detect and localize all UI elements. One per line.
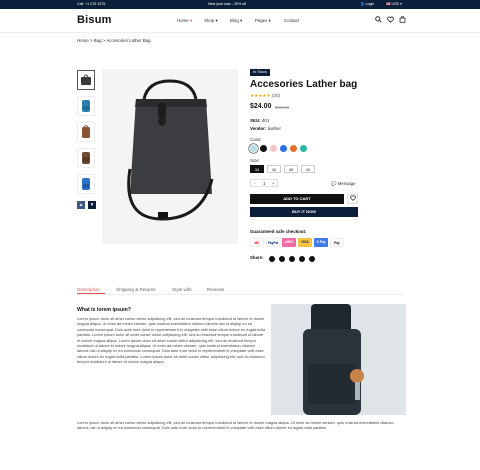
tab-description[interactable]: Description <box>77 287 100 292</box>
size-label: Size: <box>250 158 260 163</box>
topbar-phone: Call: +1 076 3376 <box>77 2 106 6</box>
menu-item-pages[interactable]: Pages ▾ <box>255 18 271 24</box>
product-title: Accesories Lather bag <box>250 79 358 90</box>
message-label: Message <box>337 181 356 186</box>
quantity-stepper[interactable]: - 1 + <box>250 179 278 187</box>
description-paragraph-2: Lorem ipsum dolor sit amet conse ctetur … <box>77 420 394 431</box>
topbar-promo: New year sale - 30% off <box>208 2 247 6</box>
twitter-icon[interactable] <box>279 256 285 262</box>
rating-count: (20) <box>271 93 281 98</box>
thumbnail-2[interactable] <box>77 96 95 116</box>
login-link[interactable]: 👤 Login <box>360 2 374 6</box>
description-heading: What is lorem ipsum? <box>77 307 131 313</box>
apple-pay-icon: Pay <box>330 238 344 247</box>
facebook-icon[interactable] <box>269 256 275 262</box>
size-option-38[interactable]: 38 <box>284 165 298 173</box>
thumbnail-3[interactable] <box>77 122 95 142</box>
instagram-icon[interactable] <box>289 256 295 262</box>
color-label: Color: <box>250 137 262 142</box>
color-swatch-orange[interactable] <box>290 145 297 152</box>
youtube-icon[interactable] <box>299 256 305 262</box>
vendor-value: leather <box>267 126 282 131</box>
site-logo[interactable]: Bisum <box>77 14 112 26</box>
buy-now-button[interactable]: BUY IT NOW <box>250 207 358 217</box>
breadcrumb-home[interactable]: Home <box>77 38 89 43</box>
add-to-cart-button[interactable]: ADD TO CART <box>250 194 344 204</box>
size-option-34[interactable]: 34 <box>250 165 264 173</box>
search-icon[interactable] <box>374 16 382 24</box>
thumbnail-prev-arrow[interactable]: ▲ <box>77 201 85 209</box>
vendor-label: Vendor: <box>250 126 267 131</box>
breadcrumb: Home > Bag > Accesories Lather Bag <box>77 38 151 43</box>
thumbnail-next-arrow[interactable]: ▼ <box>88 201 96 209</box>
share-label: Share: <box>250 255 264 260</box>
thumbnail-5[interactable] <box>77 174 95 194</box>
color-swatch-blue[interactable] <box>280 145 287 152</box>
color-swatch-black[interactable] <box>260 145 267 152</box>
sku-value: 401 <box>261 118 270 123</box>
product-rating[interactable]: ★★★★★ (20) <box>250 93 280 99</box>
product-old-price: $40.00 <box>275 105 290 110</box>
wishlist-button[interactable] <box>347 194 358 204</box>
menu-item-blog[interactable]: Blog ▾ <box>230 18 242 24</box>
description-image <box>271 304 406 415</box>
currency-select[interactable]: 🇺🇸 USD ▾ <box>386 2 402 6</box>
product-price: $24.00 <box>250 103 272 110</box>
message-link[interactable]: 💬 Message <box>331 181 356 187</box>
description-paragraph-1: Lorem ipsum dolor sit amet conse ctetur … <box>77 316 266 365</box>
breadcrumb-bag[interactable]: Bag <box>94 38 102 43</box>
tab-reviews[interactable]: Reviews <box>207 287 224 292</box>
tab-divider <box>77 294 405 295</box>
stock-badge: In Stock <box>250 69 270 76</box>
color-swatch-teal[interactable] <box>300 145 307 152</box>
paypal-icon: PayPal <box>266 238 280 247</box>
breadcrumb-current: Accesories Lather Bag <box>106 38 151 43</box>
menu-item-shop[interactable]: Shop ▾ <box>204 18 218 24</box>
wishlist-icon[interactable] <box>386 16 394 24</box>
sku-row: SKU: 401 <box>250 118 269 123</box>
thumbnail-1[interactable] <box>77 70 95 90</box>
color-swatch-pink[interactable] <box>270 145 277 152</box>
size-option-36[interactable]: 36 <box>267 165 281 173</box>
message-icon: 💬 <box>331 181 337 186</box>
google-pay-icon: G Pay <box>314 238 328 247</box>
menu-item-contact[interactable]: Contact <box>284 18 299 23</box>
qty-plus-button[interactable]: + <box>272 181 275 186</box>
vendor-row: Vendor: leather <box>250 126 281 131</box>
color-swatch-light-blue[interactable] <box>250 145 257 152</box>
tab-active-indicator <box>77 293 105 294</box>
amex-icon: AMEX <box>282 238 296 247</box>
checkout-label: Guaranteed safe checkout: <box>250 229 307 234</box>
tab-style-with[interactable]: Style with <box>172 287 192 292</box>
pinterest-icon[interactable] <box>309 256 315 262</box>
thumbnail-4[interactable] <box>77 148 95 168</box>
top-bar: Call: +1 076 3376 New year sale - 30% of… <box>0 0 480 9</box>
size-option-40[interactable]: 40 <box>301 165 315 173</box>
menu-item-home[interactable]: Home ▾ <box>177 18 192 24</box>
rating-stars: ★★★★★ <box>250 93 271 98</box>
sku-label: SKU: <box>250 118 261 123</box>
mastercard-icon: MC <box>250 238 264 247</box>
qty-minus-button[interactable]: - <box>254 181 255 186</box>
visa-icon: VISA <box>298 238 312 247</box>
cart-icon[interactable] <box>398 16 406 24</box>
product-main-image[interactable] <box>102 69 238 244</box>
tab-shipping-returns[interactable]: Shipping & Returns <box>116 287 156 292</box>
qty-value[interactable]: 1 <box>263 181 265 186</box>
